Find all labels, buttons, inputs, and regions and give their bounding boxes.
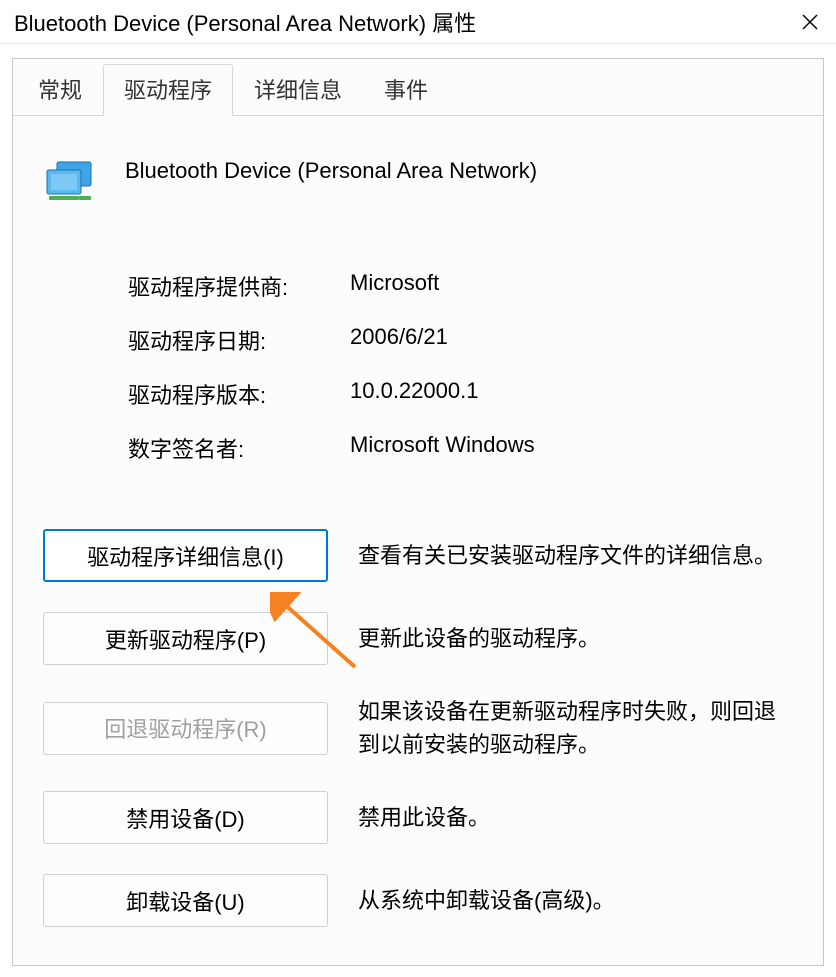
network-device-icon [43, 160, 95, 200]
tab-driver[interactable]: 驱动程序 [103, 64, 233, 116]
window-title: Bluetooth Device (Personal Area Network)… [14, 6, 798, 38]
close-icon [801, 13, 819, 31]
info-row-date: 驱动程序日期: 2006/6/21 [128, 324, 793, 356]
tab-events[interactable]: 事件 [363, 64, 449, 116]
info-row-provider: 驱动程序提供商: Microsoft [128, 270, 793, 302]
driver-details-desc: 查看有关已安装驱动程序文件的详细信息。 [358, 539, 793, 572]
dialog-body: 常规 驱动程序 详细信息 事件 Bluetooth Device (Person… [12, 58, 824, 966]
uninstall-device-button[interactable]: 卸载设备(U) [43, 874, 328, 927]
date-label: 驱动程序日期: [128, 324, 350, 356]
action-row-disable: 禁用设备(D) 禁用此设备。 [43, 791, 793, 844]
version-label: 驱动程序版本: [128, 378, 350, 410]
rollback-driver-desc: 如果该设备在更新驱动程序时失败，则回退到以前安装的驱动程序。 [358, 695, 793, 761]
titlebar: Bluetooth Device (Personal Area Network)… [0, 0, 836, 44]
update-driver-desc: 更新此设备的驱动程序。 [358, 622, 793, 655]
tab-content: Bluetooth Device (Personal Area Network)… [13, 116, 823, 977]
driver-info: 驱动程序提供商: Microsoft 驱动程序日期: 2006/6/21 驱动程… [43, 270, 793, 464]
disable-device-desc: 禁用此设备。 [358, 801, 793, 834]
info-row-version: 驱动程序版本: 10.0.22000.1 [128, 378, 793, 410]
action-row-update: 更新驱动程序(P) 更新此设备的驱动程序。 [43, 612, 793, 665]
provider-value: Microsoft [350, 270, 439, 302]
device-header: Bluetooth Device (Personal Area Network) [43, 156, 793, 200]
rollback-driver-button: 回退驱动程序(R) [43, 702, 328, 755]
signer-label: 数字签名者: [128, 432, 350, 464]
uninstall-device-desc: 从系统中卸载设备(高级)。 [358, 884, 793, 917]
device-name: Bluetooth Device (Personal Area Network) [125, 156, 537, 184]
disable-device-button[interactable]: 禁用设备(D) [43, 791, 328, 844]
action-row-rollback: 回退驱动程序(R) 如果该设备在更新驱动程序时失败，则回退到以前安装的驱动程序。 [43, 695, 793, 761]
driver-details-button[interactable]: 驱动程序详细信息(I) [43, 529, 328, 582]
action-row-details: 驱动程序详细信息(I) 查看有关已安装驱动程序文件的详细信息。 [43, 529, 793, 582]
date-value: 2006/6/21 [350, 324, 448, 356]
tab-general[interactable]: 常规 [17, 64, 103, 116]
signer-value: Microsoft Windows [350, 432, 535, 464]
tab-details[interactable]: 详细信息 [233, 64, 363, 116]
update-driver-button[interactable]: 更新驱动程序(P) [43, 612, 328, 665]
provider-label: 驱动程序提供商: [128, 270, 350, 302]
info-row-signer: 数字签名者: Microsoft Windows [128, 432, 793, 464]
close-button[interactable] [798, 10, 822, 34]
action-row-uninstall: 卸载设备(U) 从系统中卸载设备(高级)。 [43, 874, 793, 927]
tabs: 常规 驱动程序 详细信息 事件 [13, 59, 823, 116]
version-value: 10.0.22000.1 [350, 378, 478, 410]
